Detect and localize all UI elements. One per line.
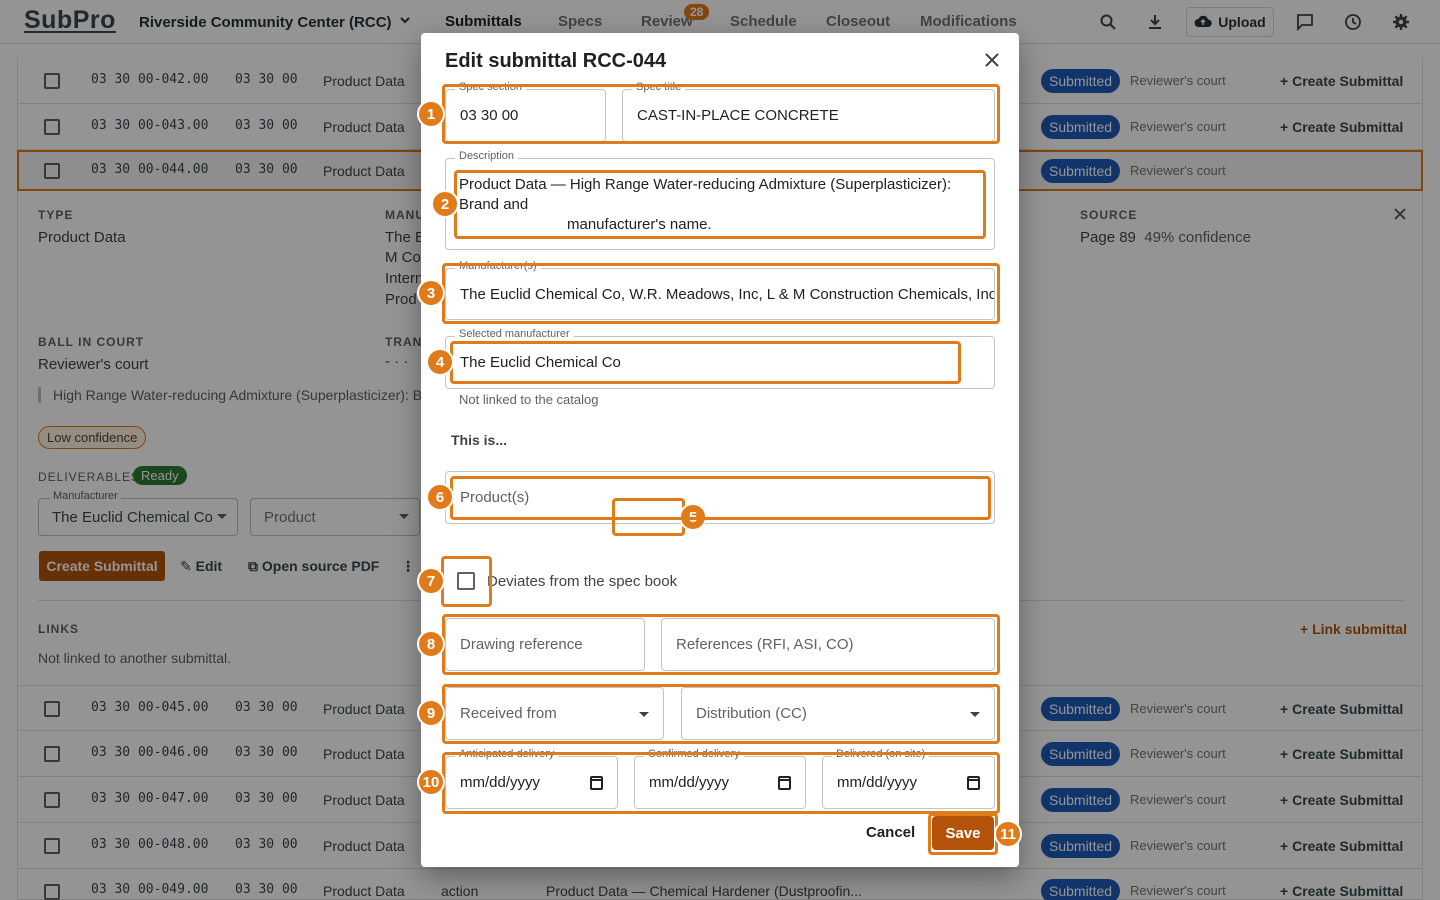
description-label: Description — [455, 150, 519, 162]
calendar-icon[interactable] — [967, 775, 980, 790]
annotation-marker: 10 — [417, 768, 445, 796]
calendar-icon[interactable] — [590, 775, 603, 790]
spec-section-field[interactable]: 03 30 00 — [445, 89, 606, 142]
references-input[interactable]: References (RFI, ASI, CO) — [661, 618, 995, 671]
annotation-marker: 2 — [431, 190, 459, 218]
spec-title-label: Spec title — [632, 81, 686, 93]
save-button[interactable]: Save — [932, 816, 994, 850]
products-field[interactable]: Product(s) — [445, 471, 995, 524]
spec-title-field[interactable]: CAST-IN-PLACE CONCRETE — [622, 89, 995, 142]
edit-submittal-dialog: Edit submittal RCC-044 03 30 00 Spec sec… — [421, 33, 1019, 867]
anticipated-delivery-label: Anticipated delivery — [455, 748, 559, 760]
annotation-marker: 4 — [426, 348, 454, 376]
dialog-title: Edit submittal RCC-044 — [445, 50, 667, 72]
received-from-select[interactable]: Received from — [445, 687, 664, 740]
annotation-marker: 9 — [417, 699, 445, 727]
description-text[interactable]: Product Data — High Range Water-reducing… — [459, 175, 979, 235]
deviates-label[interactable]: Deviates from the spec book — [487, 573, 677, 590]
chevron-down-icon — [970, 711, 980, 717]
spec-section-label: Spec section — [455, 81, 526, 93]
chevron-down-icon — [639, 711, 649, 717]
confirmed-delivery-date[interactable]: mm/dd/yyyy — [634, 756, 806, 809]
selected-manufacturer-label: Selected manufacturer — [455, 328, 574, 340]
this-is-heading: This is... — [451, 432, 508, 448]
drawing-reference-input[interactable]: Drawing reference — [445, 618, 645, 671]
confirmed-delivery-label: Confirmed delivery — [644, 748, 744, 760]
delivered-date[interactable]: mm/dd/yyyy — [822, 756, 995, 809]
annotation-marker: 5 — [679, 503, 707, 531]
deviates-checkbox[interactable] — [457, 572, 475, 590]
distribution-select[interactable]: Distribution (CC) — [681, 687, 995, 740]
annotation-marker: 1 — [417, 100, 445, 128]
selected-manufacturer-field[interactable]: The Euclid Chemical Co — [445, 336, 995, 389]
manufacturers-label: Manufacturer(s) — [455, 260, 541, 272]
close-icon[interactable] — [981, 49, 1003, 71]
anticipated-delivery-date[interactable]: mm/dd/yyyy — [445, 756, 618, 809]
annotation-marker: 3 — [417, 279, 445, 307]
annotation-marker: 6 — [426, 483, 454, 511]
annotation-marker: 7 — [417, 567, 445, 595]
catalog-helper-text: Not linked to the catalog — [459, 392, 599, 407]
annotation-marker: 11 — [994, 820, 1022, 848]
annotation-marker: 8 — [417, 630, 445, 658]
calendar-icon[interactable] — [778, 775, 791, 790]
cancel-button[interactable]: Cancel — [866, 824, 915, 841]
delivered-label: Delivered (on site) — [832, 748, 930, 760]
manufacturers-field[interactable]: The Euclid Chemical Co, W.R. Meadows, In… — [445, 268, 995, 320]
